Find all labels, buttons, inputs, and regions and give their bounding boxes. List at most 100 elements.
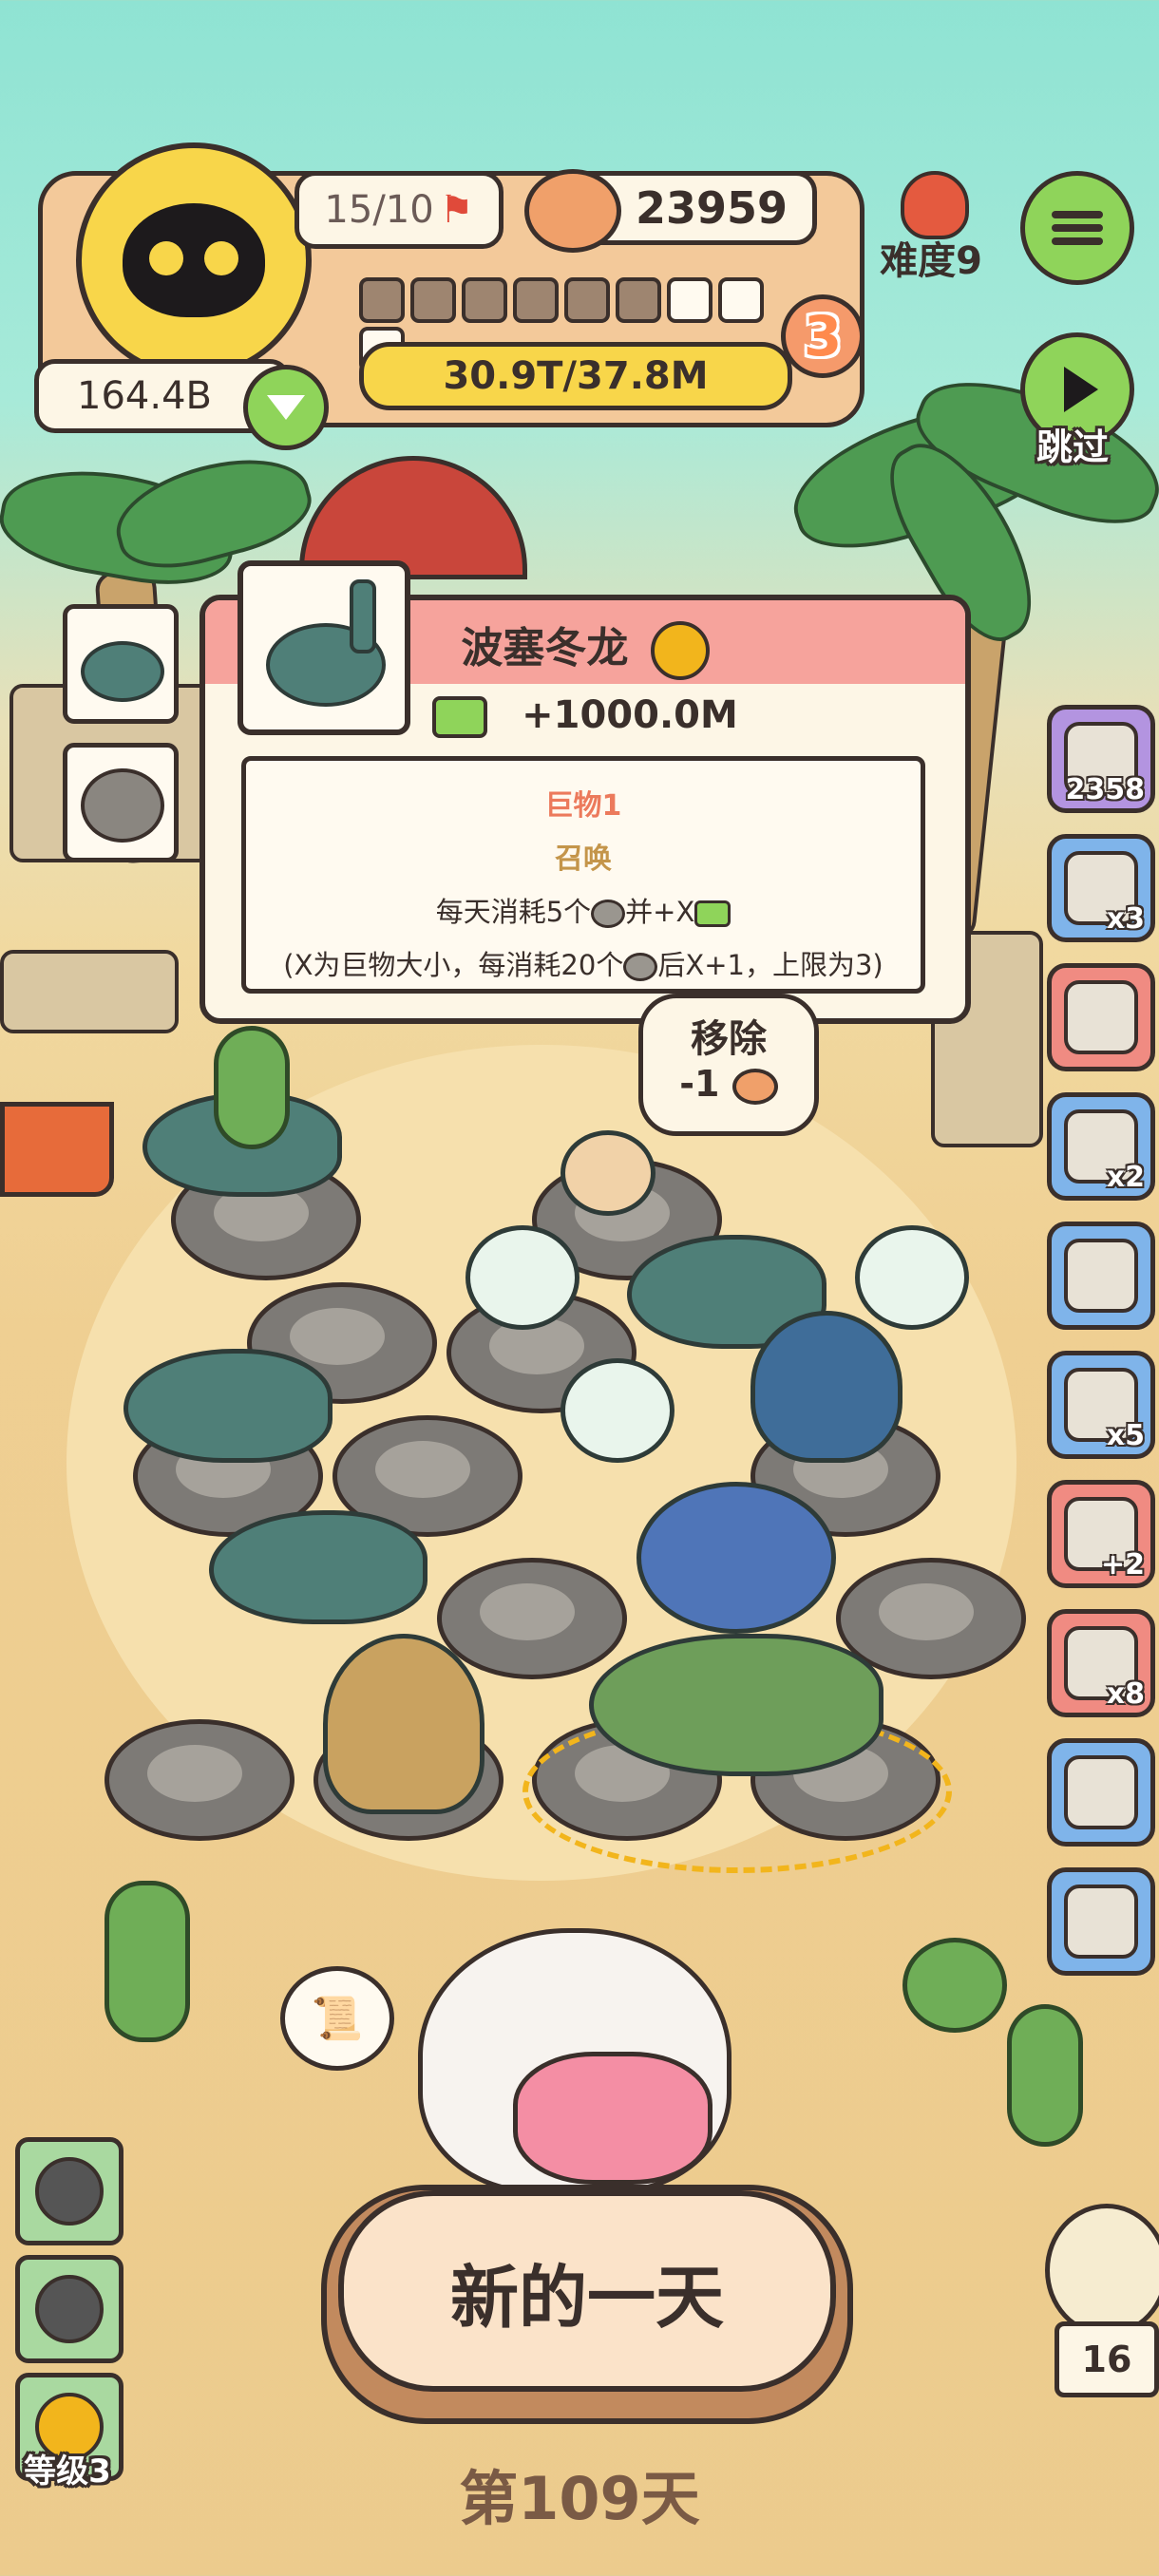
new-day-button[interactable]: 新的一天 xyxy=(338,2190,836,2392)
tin-can-coin-icon xyxy=(524,169,621,253)
black-cat-avatar-icon xyxy=(123,203,265,317)
avatar[interactable] xyxy=(76,142,312,378)
skip-label: 跳过 xyxy=(1036,426,1109,468)
side-item-tin-can[interactable]: x2 xyxy=(1047,1092,1155,1201)
sauroposeidon-creature[interactable] xyxy=(209,1510,428,1624)
level-badge-number: 3 xyxy=(803,304,843,369)
nurse-cat-dress xyxy=(513,2052,712,2185)
ankylosaur-creature[interactable] xyxy=(589,1634,884,1776)
day-counter: 第109天 xyxy=(459,2464,700,2533)
shark-creature[interactable] xyxy=(750,1311,902,1463)
level-label: 等级3 xyxy=(24,2453,111,2491)
popup-creature-card xyxy=(238,560,410,735)
side-item-count: 2358 xyxy=(1065,773,1146,806)
money-total: 164.4B xyxy=(77,374,212,418)
progress-segment xyxy=(667,277,712,323)
coin-count: 23959 xyxy=(635,182,788,234)
side-item-count: x5 xyxy=(1106,1419,1145,1452)
progress-segment xyxy=(564,277,610,323)
owl-count: 16 xyxy=(1081,2339,1132,2380)
certificate-bubble[interactable]: 📜 xyxy=(280,1966,394,2071)
money-icon xyxy=(432,696,488,738)
side-item-count: x2 xyxy=(1106,1161,1145,1194)
gold-egg-icon xyxy=(650,621,710,680)
hamster-creature[interactable] xyxy=(560,1130,656,1216)
play-icon xyxy=(1064,367,1098,412)
side-item-count: x3 xyxy=(1106,902,1145,936)
elephant-button[interactable] xyxy=(15,2137,124,2245)
money-icon xyxy=(694,900,732,927)
camera-icon xyxy=(1064,1885,1138,1959)
level-badge: 3 xyxy=(781,294,864,378)
side-item-bomb[interactable]: x8 xyxy=(1047,1609,1155,1717)
white-deer-creature[interactable] xyxy=(466,1225,580,1330)
difficulty-indicator[interactable]: 难度9 xyxy=(864,171,998,285)
side-item-green-potion[interactable] xyxy=(1047,963,1155,1071)
stone-icon xyxy=(623,953,658,981)
ability-label: 召唤 xyxy=(555,843,612,876)
side-item-count: +2 xyxy=(1100,1548,1145,1582)
remove-button[interactable]: 移除 -1 xyxy=(638,994,819,1136)
remove-label: 移除 xyxy=(691,1017,767,1061)
progress-segment xyxy=(359,277,405,323)
owl-count-box: 16 xyxy=(1054,2321,1159,2397)
jar-icon xyxy=(1064,1239,1138,1313)
stone-icon xyxy=(591,900,626,928)
turtle-button[interactable] xyxy=(15,2255,124,2363)
elephant-icon xyxy=(35,2157,104,2226)
left-item-brachiosaurus[interactable] xyxy=(63,604,179,724)
mandrill-creature[interactable] xyxy=(323,1634,484,1814)
progress-segments xyxy=(359,277,796,372)
progress-segment xyxy=(616,277,661,323)
habitat-slot[interactable] xyxy=(104,1719,294,1841)
side-item-count: x8 xyxy=(1106,1677,1145,1711)
pot-icon xyxy=(1064,1755,1138,1829)
cactus xyxy=(1007,2004,1083,2147)
cactus xyxy=(214,1026,290,1149)
tent xyxy=(0,1102,114,1197)
stone-egg-icon xyxy=(81,768,164,843)
progress-segment xyxy=(718,277,764,323)
white-deer-creature[interactable] xyxy=(560,1358,674,1463)
owl-icon xyxy=(1045,2204,1159,2337)
green-potion-icon xyxy=(1064,980,1138,1054)
flag-count: 15/10 xyxy=(324,188,434,232)
expand-button[interactable] xyxy=(243,365,329,450)
flag-icon: ⚑ xyxy=(439,188,474,232)
flag-count-box: 15/10 ⚑ xyxy=(294,171,504,249)
white-deer-creature[interactable] xyxy=(855,1225,969,1330)
left-item-stone-egg[interactable] xyxy=(63,743,179,862)
progress-segment xyxy=(462,277,507,323)
desc-line-1: 每天消耗5个 并+X xyxy=(246,890,921,930)
side-item-egg-stone[interactable]: 2358 xyxy=(1047,705,1155,813)
desc-line-2: (X为巨物大小，每消耗20个 后X+1，上限为3) xyxy=(283,949,884,981)
cactus xyxy=(902,1938,1007,2033)
side-item-donut[interactable]: x5 xyxy=(1047,1351,1155,1459)
side-item-plant-tag[interactable]: x3 xyxy=(1047,834,1155,942)
progress-text: 30.9T/37.8M xyxy=(443,354,709,398)
sea-monster-creature[interactable] xyxy=(636,1482,836,1634)
income-value: +1000.0M xyxy=(522,693,738,737)
side-item-pot[interactable] xyxy=(1047,1738,1155,1847)
menu-icon xyxy=(1052,205,1103,251)
owl-button[interactable]: 16 xyxy=(1045,2204,1159,2403)
side-item-jar[interactable] xyxy=(1047,1222,1155,1330)
popup-detail-box: 巨物1 召唤 每天消耗5个 并+X (X为巨物大小，每消耗20个 后X+1，上限为3… xyxy=(241,756,925,994)
progress-bar: 30.9T/37.8M xyxy=(359,342,792,410)
remove-cost: -1 xyxy=(679,1063,720,1105)
chevron-down-icon xyxy=(267,395,305,420)
tin-can-icon xyxy=(732,1068,778,1105)
cactus xyxy=(104,1881,190,2042)
sauroposeidon-creature[interactable] xyxy=(124,1349,332,1463)
turtle-icon xyxy=(35,2275,104,2343)
new-day-label: 新的一天 xyxy=(449,2257,724,2338)
progress-segment xyxy=(513,277,559,323)
side-item-camera[interactable] xyxy=(1047,1867,1155,1976)
trait-label: 巨物1 xyxy=(544,789,622,823)
brachiosaurus-icon xyxy=(81,641,164,702)
habitat-slot[interactable] xyxy=(437,1558,627,1679)
progress-segment xyxy=(410,277,456,323)
difficulty-label: 难度9 xyxy=(880,239,982,283)
menu-button[interactable] xyxy=(1020,171,1134,285)
side-item-egg-plus[interactable]: +2 xyxy=(1047,1480,1155,1588)
